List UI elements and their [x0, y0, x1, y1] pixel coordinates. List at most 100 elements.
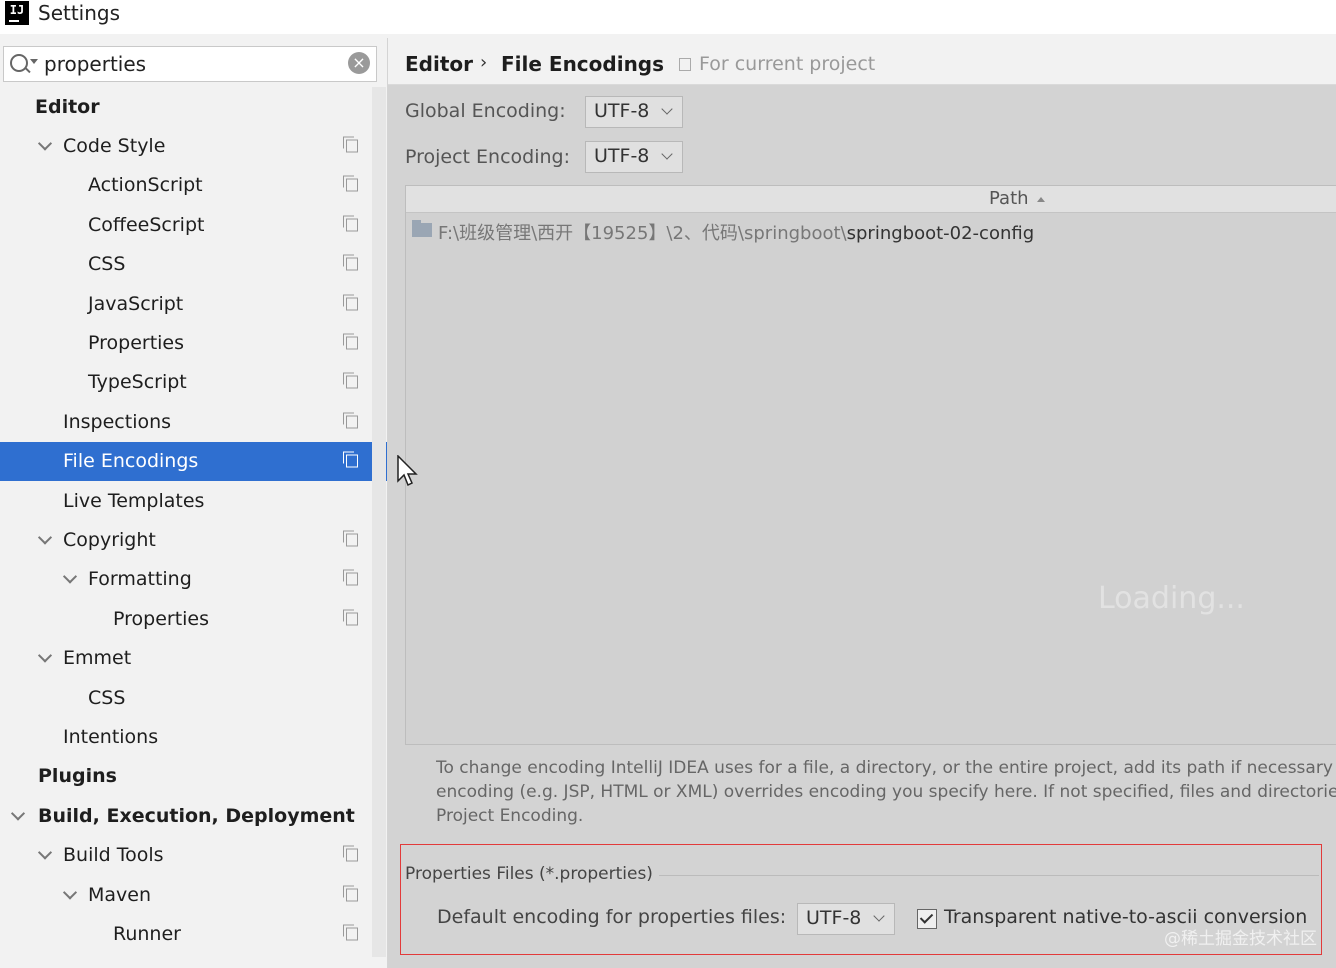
project-settings-icon [343, 924, 358, 941]
sort-ascending-icon [1037, 197, 1045, 202]
project-encoding-label: Project Encoding: [405, 146, 571, 168]
sidebar-item-label: CSS [88, 686, 126, 709]
sidebar-item-label: ActionScript [88, 174, 203, 197]
project-settings-icon [343, 845, 358, 862]
file-encodings-panel: Editor › File Encodings For current proj… [388, 38, 1336, 968]
project-settings-icon [343, 175, 358, 192]
sidebar-item-label: Live Templates [63, 489, 205, 512]
sidebar-item-actionscript[interactable]: ActionScript [0, 166, 387, 205]
sidebar-item-formatting[interactable]: Formatting [0, 560, 387, 599]
transparent-conversion-checkbox[interactable] [917, 909, 937, 929]
project-settings-icon [343, 254, 358, 271]
folder-icon [412, 220, 432, 237]
chevron-down-icon [661, 103, 673, 115]
sidebar-item-build-execution-deployment[interactable]: Build, Execution, Deployment [0, 796, 387, 835]
properties-encoding-select[interactable]: UTF-8 [797, 903, 895, 935]
path-cell: F:\班级管理\西开【19525】\2、代码\springboot\spring… [438, 223, 1035, 244]
sidebar-item-live-templates[interactable]: Live Templates [0, 481, 387, 520]
sidebar-item-properties[interactable]: Properties [0, 599, 387, 638]
watermark-text: @稀土掘金技术社区 [1164, 929, 1317, 949]
sidebar-item-build-tools[interactable]: Build Tools [0, 835, 387, 874]
intellij-app-icon: IJ [5, 1, 29, 25]
project-settings-icon [343, 136, 358, 153]
sidebar-item-label: Intentions [63, 725, 159, 748]
sidebar-item-inspections[interactable]: Inspections [0, 402, 387, 441]
window-title: Settings [38, 1, 121, 25]
breadcrumb: Editor › File Encodings For current proj… [388, 38, 1336, 85]
sidebar-item-label: Code Style [63, 135, 166, 158]
sidebar-item-properties[interactable]: Properties [0, 323, 387, 362]
sidebar-item-javascript[interactable]: JavaScript [0, 284, 387, 323]
search-input[interactable] [42, 50, 336, 78]
sidebar-item-label: TypeScript [88, 371, 187, 394]
sidebar-item-label: Maven [88, 883, 152, 906]
breadcrumb-editor[interactable]: Editor [405, 52, 473, 76]
properties-files-section: Properties Files (*.properties) Default … [400, 844, 1322, 955]
project-settings-icon [343, 215, 358, 232]
sidebar-item-typescript[interactable]: TypeScript [0, 363, 387, 402]
project-scope-icon [679, 58, 691, 71]
sidebar-item-label: JavaScript [88, 292, 184, 315]
sidebar-item-css[interactable]: CSS [0, 245, 387, 284]
project-settings-icon [343, 569, 358, 586]
mouse-cursor-icon [397, 455, 418, 487]
sidebar-item-file-encodings[interactable]: File Encodings [0, 441, 387, 481]
sidebar-item-label: Emmet [63, 647, 132, 670]
sidebar-item-label: CSS [88, 253, 126, 276]
project-settings-icon [343, 609, 358, 626]
default-encoding-label: Default encoding for properties files: [437, 906, 787, 928]
global-encoding-select[interactable]: UTF-8 [585, 96, 683, 128]
loading-indicator: Loading... [1098, 581, 1245, 616]
sidebar-item-copyright[interactable]: Copyright [0, 520, 387, 559]
chevron-down-icon [873, 910, 885, 922]
settings-tree: Editor Code Style ActionScript CoffeeScript… [0, 87, 387, 954]
section-divider [659, 875, 1319, 876]
chevron-down-icon[interactable] [37, 530, 53, 545]
path-encoding-table: Path F:\班级管理\西开【19525】\2、代码\springboot\s… [405, 185, 1336, 745]
project-settings-icon [343, 451, 358, 468]
table-header: Path [406, 186, 1336, 213]
project-encoding-select[interactable]: UTF-8 [585, 141, 683, 173]
sidebar-item-label: Build Tools [63, 844, 164, 867]
sidebar-item-code-style[interactable]: Code Style [0, 126, 387, 165]
search-icon[interactable] [10, 54, 28, 72]
chevron-down-icon[interactable] [37, 136, 53, 151]
path-column-header[interactable]: Path [989, 188, 1029, 209]
search-history-dropdown-icon[interactable] [30, 59, 38, 64]
chevron-down-icon [661, 148, 673, 160]
sidebar-item-plugins[interactable]: Plugins [0, 757, 387, 796]
encoding-hint-text: To change encoding IntelliJ IDEA uses fo… [436, 758, 1336, 826]
sidebar-item-css[interactable]: CSS [0, 678, 387, 717]
chevron-down-icon[interactable] [62, 569, 78, 584]
project-settings-icon [343, 412, 358, 429]
sidebar-item-label: Editor [35, 95, 100, 118]
sidebar-item-maven[interactable]: Maven [0, 875, 387, 914]
project-scope-label: For current project [699, 53, 876, 75]
sidebar-item-label: Formatting [88, 568, 192, 591]
clear-search-icon[interactable]: × [348, 52, 370, 74]
search-box[interactable]: × [3, 46, 377, 82]
project-settings-icon [343, 333, 358, 350]
breadcrumb-separator-icon: › [480, 52, 488, 73]
settings-sidebar: × Editor Code Style ActionScript CoffeeScri… [0, 38, 388, 968]
chevron-down-icon[interactable] [10, 806, 26, 821]
sidebar-item-label: Properties [88, 332, 185, 355]
sidebar-item-emmet[interactable]: Emmet [0, 638, 387, 677]
breadcrumb-file-encodings: File Encodings [501, 52, 665, 76]
sidebar-item-editor[interactable]: Editor [0, 87, 387, 126]
properties-files-title: Properties Files (*.properties) [405, 864, 653, 884]
project-settings-icon [343, 885, 358, 901]
sidebar-item-coffeescript[interactable]: CoffeeScript [0, 205, 387, 244]
project-settings-icon [343, 294, 358, 311]
chevron-down-icon[interactable] [37, 845, 53, 860]
chevron-down-icon[interactable] [37, 648, 53, 663]
sidebar-item-runner[interactable]: Runner [0, 914, 387, 953]
sidebar-item-intentions[interactable]: Intentions [0, 717, 387, 756]
sidebar-item-label: Copyright [63, 528, 156, 551]
sidebar-item-label: Inspections [63, 410, 172, 433]
sidebar-item-label: Runner [113, 922, 181, 945]
sidebar-scrollbar[interactable] [372, 87, 386, 957]
title-bar: IJ Settings [0, 0, 1336, 34]
sidebar-item-label: Plugins [38, 765, 117, 788]
chevron-down-icon[interactable] [62, 884, 78, 900]
